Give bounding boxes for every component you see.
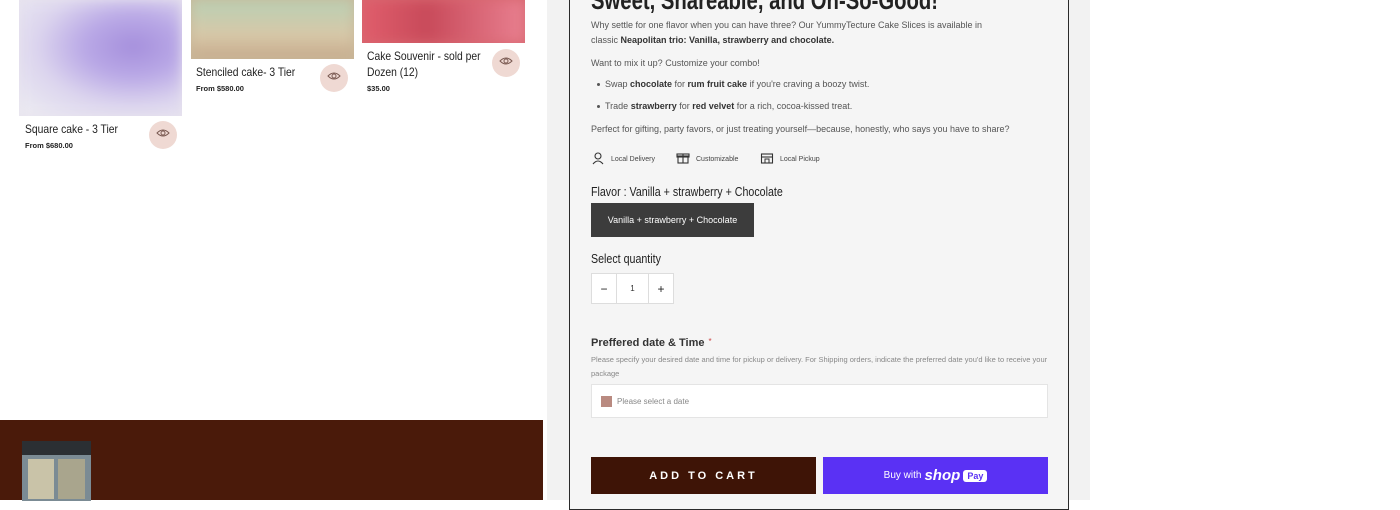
feature-local-delivery: Local Delivery: [591, 151, 655, 167]
gifting-text: Perfect for gifting, party favors, or ju…: [591, 124, 1010, 134]
person-icon: [591, 151, 605, 167]
gift-icon: [676, 151, 690, 167]
add-to-cart-button[interactable]: ADD TO CART: [591, 457, 816, 494]
product-price: From $680.00: [25, 141, 73, 150]
product-title[interactable]: Stenciled cake- 3 Tier: [196, 64, 295, 80]
product-image-stenciled-cake[interactable]: [191, 0, 354, 59]
store-icon: [760, 151, 774, 167]
calendar-icon: [601, 395, 612, 407]
product-image-square-cake[interactable]: [19, 0, 182, 116]
customize-text: Want to mix it up? Customize your combo!: [591, 58, 760, 68]
eye-icon: [156, 126, 170, 145]
product-title-line1: Cake Souvenir - sold per: [367, 49, 481, 63]
date-help-text: Please specify your desired date and tim…: [591, 355, 1048, 378]
quantity-stepper[interactable]: − 1 +: [591, 273, 674, 304]
quantity-decrease-button[interactable]: −: [592, 274, 616, 303]
shop-logo: shop: [924, 467, 961, 484]
date-time-title: Preffered date & Time *: [591, 337, 712, 349]
product-heading: Sweet, Shareable, and Oh-So-Good!: [591, 0, 939, 15]
quick-view-button[interactable]: [149, 121, 177, 149]
required-asterisk: *: [708, 337, 712, 346]
feature-customizable: Customizable: [676, 151, 738, 167]
store-photo: [22, 441, 91, 501]
flavor-label: Flavor : Vanilla + strawberry + Chocolat…: [591, 184, 783, 199]
product-title-line2: Dozen (12): [367, 65, 419, 79]
quantity-input[interactable]: 1: [616, 274, 649, 303]
quick-view-button[interactable]: [320, 64, 348, 92]
product-intro: Why settle for one flavor when you can h…: [591, 20, 983, 45]
feature-local-pickup: Local Pickup: [760, 151, 820, 167]
pay-badge: Pay: [963, 469, 988, 482]
quantity-increase-button[interactable]: +: [649, 274, 673, 303]
date-placeholder: Please select a date: [617, 396, 690, 406]
shop-pay-button[interactable]: Buy with shop Pay: [823, 457, 1048, 494]
buy-with-text: Buy with: [883, 470, 922, 481]
product-title[interactable]: Cake Souvenir - sold per Dozen (12): [367, 48, 481, 80]
product-title[interactable]: Square cake - 3 Tier: [25, 121, 118, 137]
eye-icon: [327, 69, 341, 88]
site-footer: [0, 420, 543, 501]
bullet-item: Trade strawberry for red velvet for a ri…: [596, 101, 853, 111]
eye-icon: [499, 54, 513, 73]
bullet-item: Swap chocolate for rum fruit cake if you…: [596, 79, 870, 89]
product-image-cake-souvenir[interactable]: [362, 0, 525, 43]
flavor-option-button[interactable]: Vanilla + strawberry + Chocolate: [591, 203, 754, 237]
product-detail-panel: Sweet, Shareable, and Oh-So-Good! Why se…: [569, 0, 1069, 510]
date-picker-input[interactable]: Please select a date: [591, 384, 1048, 418]
product-price: $35.00: [367, 84, 390, 93]
product-price: From $580.00: [196, 84, 244, 93]
quantity-label: Select quantity: [591, 251, 661, 266]
quick-view-button[interactable]: [492, 49, 520, 77]
